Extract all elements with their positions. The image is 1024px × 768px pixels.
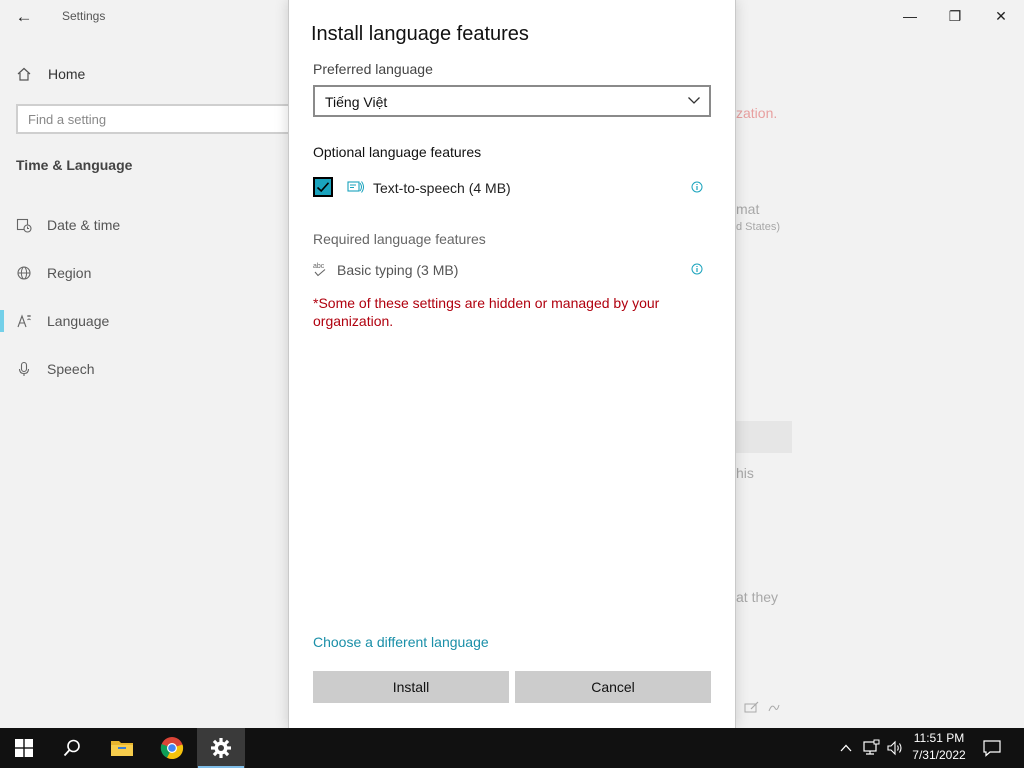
settings-icon: [211, 738, 231, 758]
checkmark-icon: [316, 182, 330, 193]
svg-text:abc: abc: [313, 263, 325, 270]
microphone-icon: [18, 361, 30, 376]
close-button[interactable]: ✕: [986, 6, 1016, 26]
taskbar-search-button[interactable]: [48, 728, 96, 768]
show-hidden-icons-chevron-icon[interactable]: [839, 741, 853, 755]
info-icon[interactable]: [691, 263, 703, 275]
active-nav-indicator: [0, 310, 4, 332]
choose-different-language-link[interactable]: Choose a different language: [313, 634, 489, 650]
info-icon[interactable]: [691, 181, 703, 193]
install-button[interactable]: Install: [313, 671, 509, 703]
text-to-speech-checkbox[interactable]: [313, 177, 333, 197]
basic-typing-icon: abc: [313, 263, 326, 277]
keyboard-edit-icon: [744, 701, 759, 713]
background-text: his: [736, 465, 754, 481]
windows-logo-icon: [15, 739, 33, 757]
sidebar-item-label: Language: [47, 313, 110, 329]
action-center-icon[interactable]: [982, 738, 1002, 758]
sidebar-item-region[interactable]: Region: [16, 262, 276, 284]
section-title: Time & Language: [16, 157, 133, 173]
minimize-button[interactable]: —: [895, 6, 925, 26]
file-explorer-button[interactable]: [98, 728, 146, 768]
sidebar-item-date-time[interactable]: Date & time: [16, 214, 276, 236]
home-label: Home: [48, 66, 86, 82]
chevron-down-icon: [688, 97, 700, 104]
clock-time: 11:51 PM: [913, 731, 965, 745]
search-input[interactable]: [18, 106, 268, 132]
sidebar-item-label: Date & time: [47, 217, 121, 233]
cancel-button[interactable]: Cancel: [515, 671, 711, 703]
chrome-icon: [160, 737, 184, 760]
optional-features-title: Optional language features: [313, 144, 482, 160]
clock-date: 7/31/2022: [912, 748, 966, 762]
background-dropdown: [736, 421, 792, 453]
sidebar-item-label: Speech: [47, 361, 95, 377]
text-to-speech-label: Text-to-speech (4 MB): [373, 180, 511, 196]
settings-search-box[interactable]: [16, 104, 292, 134]
start-button[interactable]: [0, 728, 48, 768]
preferred-language-label: Preferred language: [313, 61, 433, 77]
background-text: at they: [736, 589, 779, 605]
text-to-speech-icon: [347, 181, 364, 193]
handwriting-icon: [768, 704, 780, 712]
managed-by-organization-message: *Some of these settings are hidden or ma…: [313, 295, 660, 329]
install-language-features-dialog: Install language features Preferred lang…: [289, 0, 735, 728]
volume-icon[interactable]: [886, 739, 904, 757]
back-arrow-icon[interactable]: ←: [12, 6, 36, 28]
home-icon: [17, 67, 31, 81]
sidebar-item-speech[interactable]: Speech: [16, 358, 276, 380]
settings-taskbar-button[interactable]: [197, 728, 245, 768]
language-icon: [17, 314, 31, 328]
chrome-button[interactable]: [148, 728, 196, 768]
restore-button[interactable]: ❐: [940, 6, 970, 26]
network-icon[interactable]: [862, 739, 880, 757]
home-nav-item[interactable]: Home: [16, 64, 85, 84]
basic-typing-label: Basic typing (3 MB): [337, 262, 459, 278]
search-icon: [63, 739, 80, 757]
globe-icon: [17, 266, 31, 280]
sidebar-item-label: Region: [47, 265, 92, 281]
window-title: Settings: [62, 9, 106, 23]
dialog-title: Install language features: [311, 23, 529, 45]
preferred-language-value: Tiếng Việt: [325, 94, 388, 110]
calendar-clock-icon: [16, 218, 32, 233]
taskbar-clock[interactable]: 11:51 PM 7/31/2022: [908, 730, 970, 764]
background-format-subtext: d States): [736, 221, 781, 233]
preferred-language-dropdown[interactable]: Tiếng Việt: [313, 85, 711, 117]
required-features-title: Required language features: [313, 231, 486, 247]
background-managed-text: zation.: [736, 105, 778, 121]
settings-sidebar: ← Settings Home Time & Language Date & t…: [0, 0, 292, 728]
sidebar-item-language[interactable]: Language: [16, 310, 276, 332]
background-format-text: mat: [736, 201, 760, 217]
file-explorer-icon: [111, 741, 133, 756]
